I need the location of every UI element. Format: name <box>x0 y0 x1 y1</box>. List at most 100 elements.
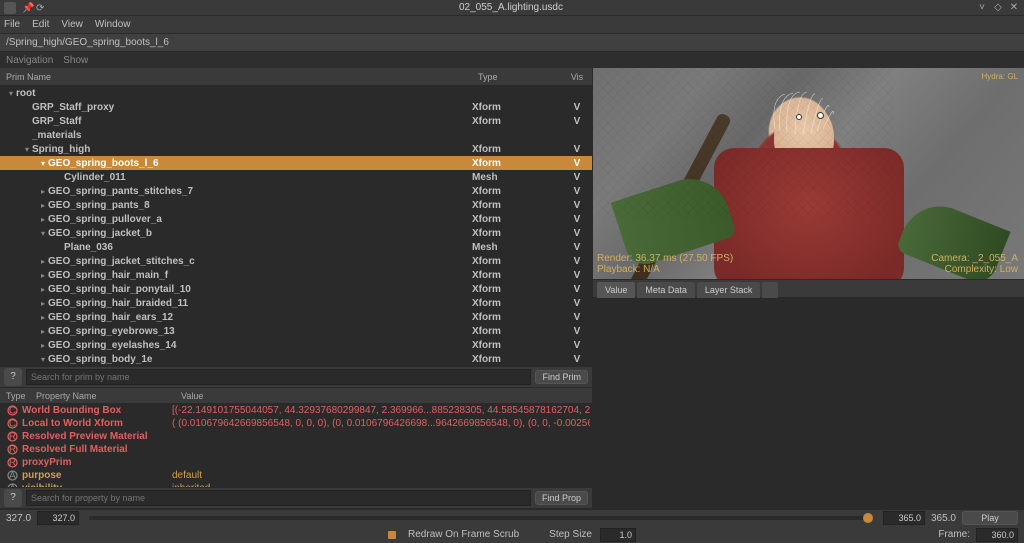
tab-composition[interactable] <box>762 282 778 298</box>
play-button[interactable]: Play <box>962 511 1018 525</box>
prim-vis[interactable]: V <box>562 172 592 183</box>
tree-row[interactable]: ▸GEO_spring_pullover_aXformV <box>0 212 592 226</box>
property-row[interactable]: CWorld Bounding Box[(-22.149101755044057… <box>0 404 592 417</box>
col-prop-type[interactable]: Type <box>0 391 30 401</box>
tree-row[interactable]: ▸GEO_spring_jacket_stitches_cXformV <box>0 254 592 268</box>
tree-row[interactable]: ▸GEO_spring_hair_ponytail_10XformV <box>0 282 592 296</box>
prim-path-bar[interactable]: /Spring_high/GEO_spring_boots_l_6 <box>0 34 1024 52</box>
tab-layer-stack[interactable]: Layer Stack <box>697 282 761 298</box>
expand-arrow-icon[interactable]: ▸ <box>38 313 48 322</box>
minimize-icon[interactable]: ˅ <box>976 2 988 14</box>
range-in-field[interactable] <box>37 511 79 525</box>
help-button[interactable]: ? <box>4 489 22 507</box>
prim-vis[interactable]: V <box>562 158 592 169</box>
expand-arrow-icon[interactable]: ▾ <box>38 229 48 238</box>
menubar: File Edit View Window <box>0 16 1024 34</box>
help-button[interactable]: ? <box>4 368 22 386</box>
prim-vis[interactable]: V <box>562 242 592 253</box>
tree-row[interactable]: _materials <box>0 128 592 142</box>
tree-row[interactable]: ▸GEO_spring_eyelashes_14XformV <box>0 338 592 352</box>
tree-row[interactable]: Cylinder_011MeshV <box>0 170 592 184</box>
expand-arrow-icon[interactable]: ▸ <box>38 187 48 196</box>
tree-row[interactable]: ▸GEO_spring_hair_braided_11XformV <box>0 296 592 310</box>
expand-arrow-icon[interactable]: ▾ <box>38 159 48 168</box>
nav-navigation[interactable]: Navigation <box>6 55 53 66</box>
tree-row[interactable]: ▸GEO_spring_pants_stitches_7XformV <box>0 184 592 198</box>
prim-vis[interactable]: V <box>562 284 592 295</box>
expand-arrow-icon[interactable]: ▾ <box>38 355 48 364</box>
value-panel[interactable] <box>593 298 1024 509</box>
menu-file[interactable]: File <box>4 19 20 30</box>
refresh-icon[interactable]: ⟳ <box>36 3 46 13</box>
tree-row[interactable]: ▾GEO_spring_jacket_bXformV <box>0 226 592 240</box>
expand-arrow-icon[interactable]: ▸ <box>38 257 48 266</box>
property-row[interactable]: Apurposedefault <box>0 469 592 482</box>
prim-vis[interactable]: V <box>562 116 592 127</box>
tree-row[interactable]: ▾GEO_spring_boots_l_6XformV <box>0 156 592 170</box>
find-prop-button[interactable]: Find Prop <box>535 491 588 505</box>
prim-vis[interactable]: V <box>562 144 592 155</box>
tab-value[interactable]: Value <box>597 282 635 298</box>
tree-row[interactable]: GRP_StaffXformV <box>0 114 592 128</box>
timeline-slider[interactable] <box>89 516 873 520</box>
prim-vis[interactable]: V <box>562 270 592 281</box>
expand-arrow-icon[interactable]: ▸ <box>38 285 48 294</box>
property-row[interactable]: RResolved Full Material <box>0 443 592 456</box>
prim-vis[interactable]: V <box>562 340 592 351</box>
range-out-field[interactable] <box>883 511 925 525</box>
property-list[interactable]: CWorld Bounding Box[(-22.149101755044057… <box>0 404 592 487</box>
tree-row[interactable]: GRP_Staff_proxyXformV <box>0 100 592 114</box>
expand-arrow-icon[interactable]: ▸ <box>38 341 48 350</box>
col-prop-name[interactable]: Property Name <box>30 391 175 401</box>
prim-vis[interactable]: V <box>562 200 592 211</box>
timeline-cursor[interactable] <box>863 513 873 523</box>
prim-vis[interactable]: V <box>562 312 592 323</box>
step-size-field[interactable] <box>600 528 636 542</box>
nav-show[interactable]: Show <box>63 55 88 66</box>
expand-arrow-icon[interactable]: ▾ <box>6 89 16 98</box>
tree-row[interactable]: Plane_036MeshV <box>0 240 592 254</box>
viewport[interactable]: Hydra: GL Render: 36.37 ms (27.50 FPS) P… <box>593 68 1024 280</box>
col-type[interactable]: Type <box>472 72 562 82</box>
tree-row[interactable]: ▾root <box>0 86 592 100</box>
col-vis[interactable]: Vis <box>562 72 592 82</box>
prim-vis[interactable]: V <box>562 186 592 197</box>
tree-row[interactable]: ▸GEO_spring_hair_main_fXformV <box>0 268 592 282</box>
range-end: 365.0 <box>931 513 956 524</box>
expand-arrow-icon[interactable]: ▸ <box>38 271 48 280</box>
tab-meta-data[interactable]: Meta Data <box>637 282 695 298</box>
close-icon[interactable]: ✕ <box>1008 2 1020 14</box>
tree-row[interactable]: ▸GEO_spring_eyebrows_13XformV <box>0 324 592 338</box>
find-prim-button[interactable]: Find Prim <box>535 370 588 384</box>
menu-window[interactable]: Window <box>95 19 131 30</box>
property-row[interactable]: RResolved Preview Material <box>0 430 592 443</box>
tree-row[interactable]: ▸GEO_spring_hair_ears_12XformV <box>0 310 592 324</box>
maximize-icon[interactable]: ◇ <box>992 2 1004 14</box>
col-prim-name[interactable]: Prim Name <box>0 72 472 82</box>
expand-arrow-icon[interactable]: ▸ <box>38 327 48 336</box>
prim-vis[interactable]: V <box>562 354 592 365</box>
prim-search-input[interactable] <box>26 369 531 385</box>
prim-vis[interactable]: V <box>562 298 592 309</box>
expand-arrow-icon[interactable]: ▾ <box>22 145 32 154</box>
prim-vis[interactable]: V <box>562 102 592 113</box>
expand-arrow-icon[interactable]: ▸ <box>38 299 48 308</box>
property-row[interactable]: RproxyPrim <box>0 456 592 469</box>
pin-icon[interactable]: 📌 <box>22 3 32 13</box>
col-prop-value[interactable]: Value <box>175 391 592 401</box>
prim-vis[interactable]: V <box>562 228 592 239</box>
tree-row[interactable]: ▸GEO_spring_pants_8XformV <box>0 198 592 212</box>
property-search-input[interactable] <box>26 490 531 506</box>
prim-tree[interactable]: ▾rootGRP_Staff_proxyXformVGRP_StaffXform… <box>0 86 592 366</box>
redraw-checkbox[interactable] <box>388 531 396 539</box>
prim-vis[interactable]: V <box>562 256 592 267</box>
tree-row[interactable]: ▾GEO_spring_body_1eXformV <box>0 352 592 366</box>
menu-view[interactable]: View <box>61 19 83 30</box>
expand-arrow-icon[interactable]: ▸ <box>38 201 48 210</box>
menu-edit[interactable]: Edit <box>32 19 49 30</box>
prim-vis[interactable]: V <box>562 214 592 225</box>
expand-arrow-icon[interactable]: ▸ <box>38 215 48 224</box>
property-row[interactable]: CLocal to World Xform( (0.01067964266985… <box>0 417 592 430</box>
prim-vis[interactable]: V <box>562 326 592 337</box>
tree-row[interactable]: ▾Spring_highXformV <box>0 142 592 156</box>
